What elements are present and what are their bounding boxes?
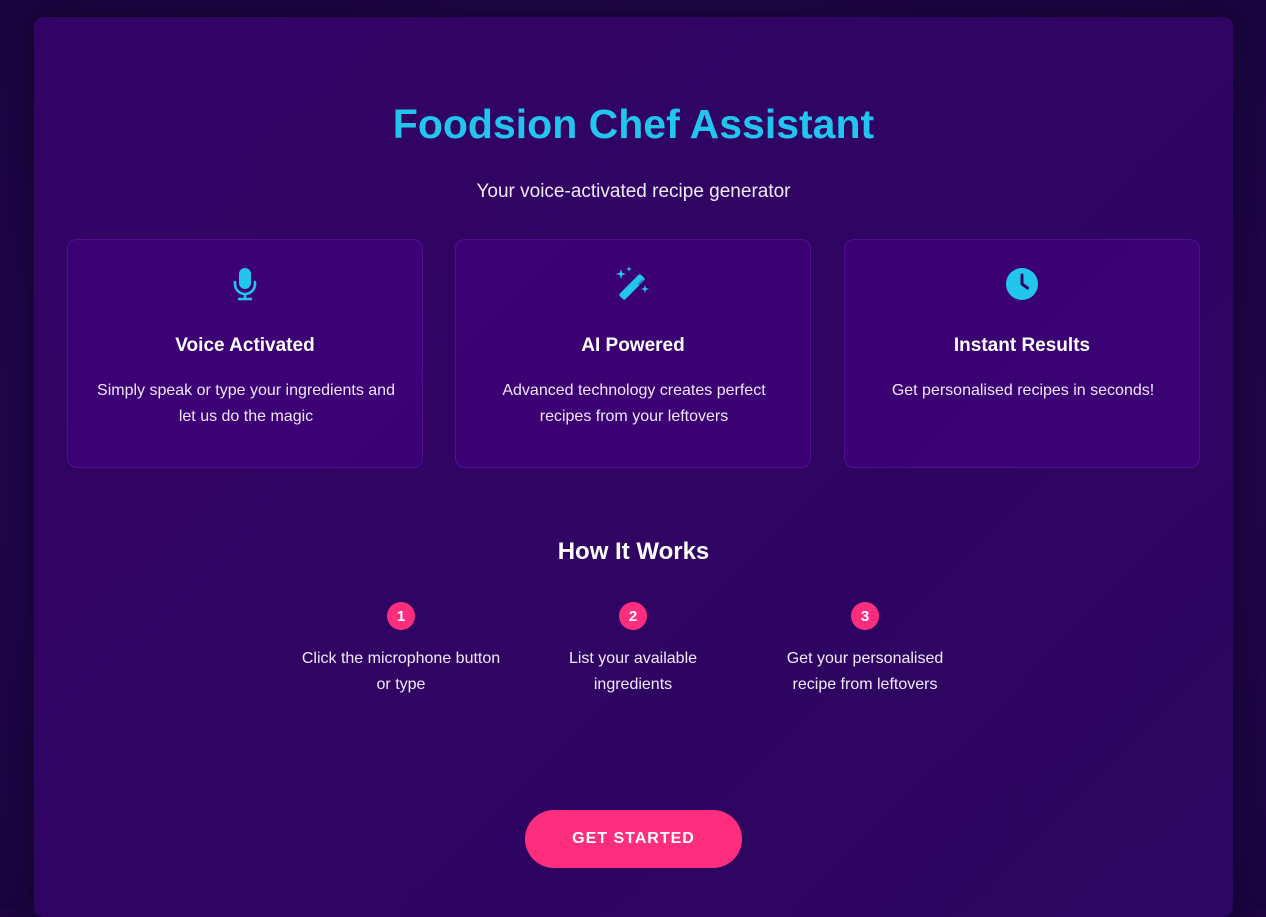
welcome-card: Foodsion Chef Assistant Your voice-activ… bbox=[34, 17, 1233, 917]
magic-wand-icon bbox=[456, 264, 810, 304]
step-number-badge: 1 bbox=[387, 602, 415, 630]
feature-description: Simply speak or type your ingredients an… bbox=[97, 382, 395, 425]
feature-title: Voice Activated bbox=[175, 335, 315, 356]
how-it-works-title: How It Works bbox=[557, 538, 710, 565]
step-text: List your available ingredients bbox=[568, 650, 698, 693]
clock-icon bbox=[845, 264, 1199, 304]
feature-card-ai: AI Powered Advanced technology creates p… bbox=[455, 239, 811, 468]
page-subtitle: Your voice-activated recipe generator bbox=[476, 181, 791, 202]
step-number-badge: 2 bbox=[619, 602, 647, 630]
feature-card-voice: Voice Activated Simply speak or type you… bbox=[67, 239, 423, 468]
feature-description: Advanced technology creates perfect reci… bbox=[502, 382, 766, 425]
step-text: Get your personalised recipe from leftov… bbox=[786, 650, 944, 693]
feature-card-instant: Instant Results Get personalised recipes… bbox=[844, 239, 1200, 468]
get-started-button[interactable]: GET STARTED bbox=[525, 810, 742, 868]
step-number-badge: 3 bbox=[851, 602, 879, 630]
microphone-icon bbox=[68, 264, 422, 304]
step-text: Click the microphone button or type bbox=[301, 650, 501, 693]
feature-title: AI Powered bbox=[581, 335, 685, 356]
page-title: Foodsion Chef Assistant bbox=[392, 101, 875, 147]
feature-title: Instant Results bbox=[953, 335, 1091, 356]
feature-description: Get personalised recipes in seconds! bbox=[891, 382, 1155, 399]
